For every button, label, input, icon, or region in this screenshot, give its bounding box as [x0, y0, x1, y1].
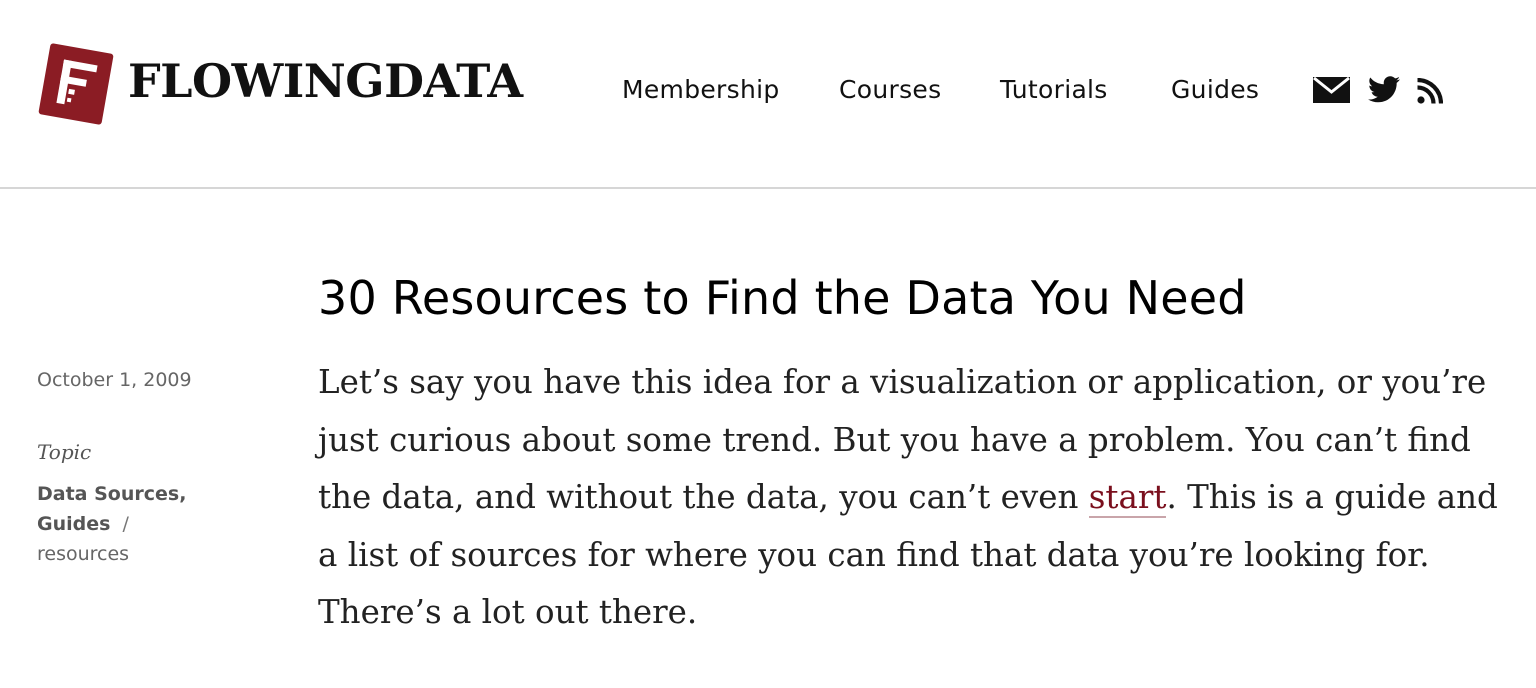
rss-icon[interactable]	[1417, 77, 1444, 108]
tag-link-resources[interactable]: resources	[37, 543, 129, 565]
nav-membership[interactable]: Membership	[622, 72, 780, 108]
site-logo-link[interactable]: FLOWINGDATA	[36, 40, 546, 130]
tag-separator: /	[110, 513, 129, 535]
post-title: 30 Resources to Find the Data You Need	[318, 271, 1247, 325]
mail-icon[interactable]	[1313, 76, 1350, 107]
topic-link-data-sources[interactable]: Data Sources	[37, 483, 179, 505]
nav-courses[interactable]: Courses	[839, 72, 941, 108]
nav-tutorials[interactable]: Tutorials	[1000, 72, 1108, 108]
topic-link-guides[interactable]: Guides	[37, 513, 110, 535]
topic-separator: ,	[179, 483, 187, 505]
topic-label: Topic	[37, 440, 92, 464]
nav-guides[interactable]: Guides	[1171, 72, 1259, 108]
start-link[interactable]: start	[1088, 478, 1167, 518]
post-intro: Let’s say you have this idea for a visua…	[318, 354, 1498, 642]
flowingdata-logo-icon	[38, 43, 114, 125]
site-header: FLOWINGDATA Membership Courses Tutorials…	[0, 0, 1536, 189]
topic-list: Data Sources, Guides / resources	[37, 479, 267, 569]
post-meta: October 1, 2009 Topic Data Sources, Guid…	[37, 365, 267, 569]
twitter-icon[interactable]	[1368, 76, 1400, 107]
post-date: October 1, 2009	[37, 369, 192, 391]
site-logo-text: FLOWINGDATA	[128, 54, 523, 108]
